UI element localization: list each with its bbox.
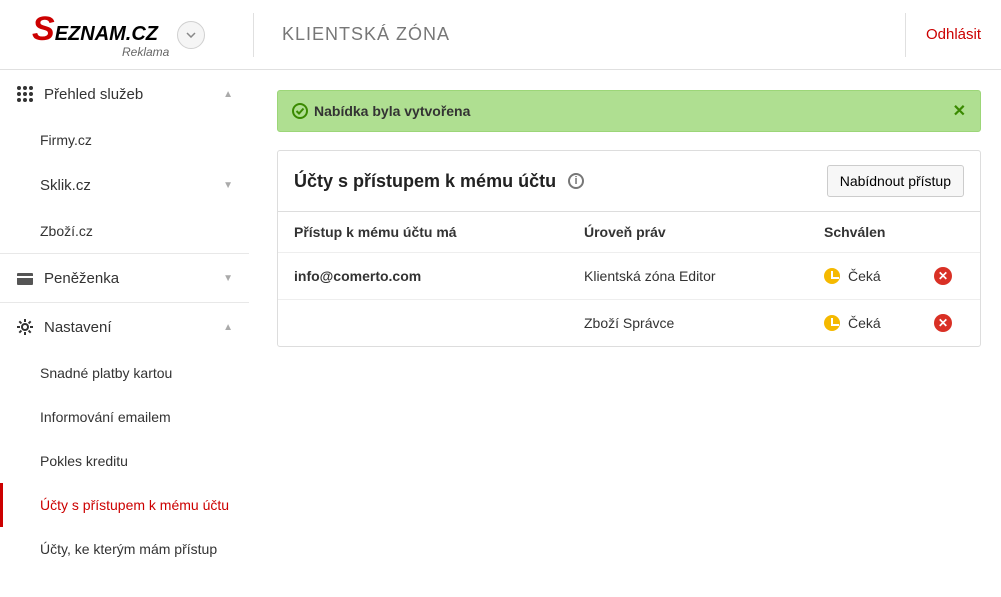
main-content: Nabídka byla vytvořena ✕ Účty s přístupe… bbox=[249, 70, 1001, 571]
sidebar-item-overview[interactable]: Přehled služeb ▲ bbox=[0, 70, 249, 118]
cell-level: Klientská zóna Editor bbox=[584, 268, 824, 284]
sidebar-item-firmy[interactable]: Firmy.cz bbox=[0, 118, 249, 162]
caret-down-icon: ▼ bbox=[223, 180, 233, 191]
logo-text: EZNAM.CZ bbox=[55, 23, 158, 45]
gear-icon bbox=[16, 318, 34, 336]
panel-header: Účty s přístupem k mému účtu i Nabídnout… bbox=[278, 151, 980, 211]
check-circle-icon bbox=[292, 103, 308, 119]
logo[interactable]: SEZNAM.CZ Reklama bbox=[32, 10, 169, 59]
app-header: SEZNAM.CZ Reklama KLIENTSKÁ ZÓNA Odhlási… bbox=[0, 0, 1001, 70]
clock-icon bbox=[824, 315, 840, 331]
table-row: Zboží Správce Čeká ✕ bbox=[278, 299, 980, 346]
sidebar-item-card-payments[interactable]: Snadné platby kartou bbox=[0, 351, 249, 395]
sidebar-item-access-to-me[interactable]: Účty s přístupem k mému účtu bbox=[0, 483, 249, 527]
info-icon[interactable]: i bbox=[568, 173, 584, 189]
status-text: Čeká bbox=[848, 268, 881, 284]
panel-title: Účty s přístupem k mému účtu i bbox=[294, 171, 584, 192]
col-account: Přístup k mému účtu má bbox=[294, 224, 584, 240]
delete-button[interactable]: ✕ bbox=[934, 267, 952, 285]
status-text: Čeká bbox=[848, 315, 881, 331]
caret-down-icon: ▼ bbox=[223, 273, 233, 284]
chevron-down-icon bbox=[186, 32, 196, 38]
sidebar-label: Nastavení bbox=[44, 319, 223, 336]
offer-access-button[interactable]: Nabídnout přístup bbox=[827, 165, 964, 197]
sidebar: Přehled služeb ▲ Firmy.cz Sklik.cz ▼ Zbo… bbox=[0, 70, 249, 571]
cell-status: Čeká bbox=[824, 315, 934, 331]
sidebar-label: Peněženka bbox=[44, 270, 223, 287]
access-panel: Účty s přístupem k mému účtu i Nabídnout… bbox=[277, 150, 981, 347]
sidebar-label: Přehled služeb bbox=[44, 86, 223, 103]
panel-title-text: Účty s přístupem k mému účtu bbox=[294, 171, 556, 192]
logout-area: Odhlásit bbox=[905, 13, 1001, 57]
logo-subtitle: Reklama bbox=[122, 45, 169, 59]
sidebar-item-settings[interactable]: Nastavení ▲ bbox=[0, 303, 249, 351]
col-approved: Schválen bbox=[824, 224, 934, 240]
logout-link[interactable]: Odhlásit bbox=[926, 26, 981, 43]
delete-button[interactable]: ✕ bbox=[934, 314, 952, 332]
table-row: info@comerto.com Klientská zóna Editor Č… bbox=[278, 252, 980, 299]
grid-icon bbox=[16, 85, 34, 103]
sidebar-item-zbozi[interactable]: Zboží.cz bbox=[0, 209, 249, 253]
logo-area: SEZNAM.CZ Reklama bbox=[0, 10, 253, 59]
alert-close-button[interactable]: ✕ bbox=[953, 101, 966, 121]
cell-level: Zboží Správce bbox=[584, 315, 824, 331]
page-title: KLIENTSKÁ ZÓNA bbox=[253, 13, 905, 57]
sidebar-item-credit-drop[interactable]: Pokles kreditu bbox=[0, 439, 249, 483]
sidebar-item-wallet[interactable]: Peněženka ▼ bbox=[0, 254, 249, 302]
caret-up-icon: ▲ bbox=[223, 322, 233, 333]
alert-text: Nabídka byla vytvořena bbox=[314, 103, 953, 119]
logo-mark: S bbox=[32, 10, 55, 48]
logo-dropdown-button[interactable] bbox=[177, 21, 205, 49]
table-header: Přístup k mému účtu má Úroveň práv Schvá… bbox=[278, 211, 980, 252]
sidebar-item-my-access[interactable]: Účty, ke kterým mám přístup bbox=[0, 527, 249, 571]
caret-up-icon: ▲ bbox=[223, 89, 233, 100]
col-level: Úroveň práv bbox=[584, 224, 824, 240]
success-alert: Nabídka byla vytvořena ✕ bbox=[277, 90, 981, 132]
sidebar-item-sklik[interactable]: Sklik.cz ▼ bbox=[0, 162, 249, 209]
clock-icon bbox=[824, 268, 840, 284]
sidebar-item-email-info[interactable]: Informování emailem bbox=[0, 395, 249, 439]
cell-email: info@comerto.com bbox=[294, 268, 584, 284]
cell-status: Čeká bbox=[824, 268, 934, 284]
wallet-icon bbox=[16, 269, 34, 287]
sidebar-label: Sklik.cz bbox=[40, 177, 223, 194]
